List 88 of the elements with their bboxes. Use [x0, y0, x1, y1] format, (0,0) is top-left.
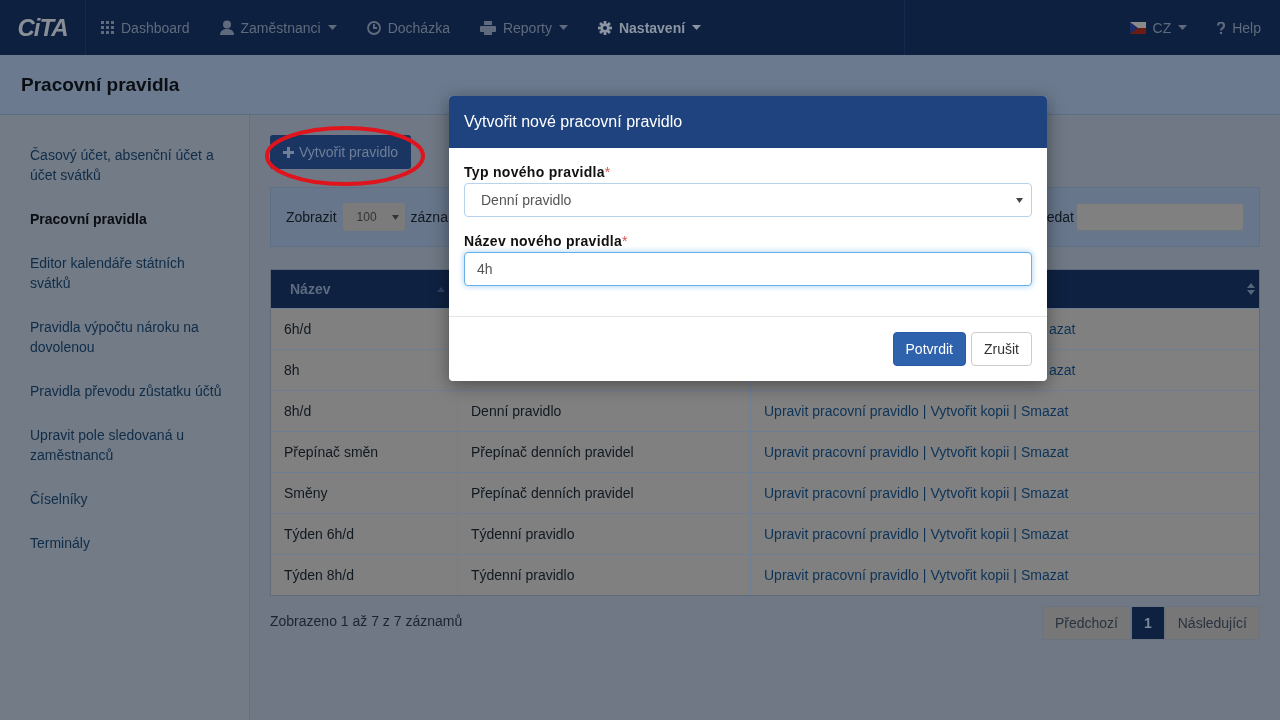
rule-type-select[interactable]: Denní pravidlo: [464, 183, 1032, 217]
sidebar-item[interactable]: Pracovní pravidla: [30, 209, 229, 229]
plus-icon: [283, 146, 294, 158]
sidebar-item[interactable]: Editor kalendáře státních svátků: [30, 253, 229, 293]
sidebar-item[interactable]: Pravidla výpočtu nároku na dovolenou: [30, 317, 229, 357]
separator: |: [922, 444, 927, 460]
sidebar-item[interactable]: Terminály: [30, 533, 229, 553]
caret-icon: [1016, 197, 1023, 203]
printer-icon: [479, 20, 496, 35]
table-info: Zobrazeno 1 až 7 z 7 záznamů: [270, 613, 463, 629]
required-mark: *: [604, 164, 611, 180]
grid-icon: [101, 21, 114, 34]
separator: |: [1013, 485, 1017, 501]
help-icon: [1217, 21, 1226, 34]
table-cell: 8h: [284, 362, 300, 378]
table-cell: Směny: [284, 485, 328, 501]
edit-link[interactable]: Upravit pracovní pravidlo: [764, 485, 919, 501]
table-cell: Týdenní pravidlo: [471, 567, 575, 583]
user-icon: [219, 20, 234, 35]
language-menu[interactable]: CZ: [1114, 0, 1203, 55]
table-cell: 8h/d: [284, 403, 312, 419]
table-cell: 6h/d: [284, 321, 312, 337]
nav-item[interactable]: Dashboard: [86, 0, 205, 55]
copy-link[interactable]: Vytvořit kopii: [930, 403, 1010, 419]
column-header[interactable]: Název: [290, 281, 331, 297]
delete-link[interactable]: Smazat: [1021, 567, 1069, 583]
sidebar-item[interactable]: Číselníky: [30, 489, 229, 509]
separator: |: [1013, 444, 1017, 460]
sidebar-item[interactable]: Pravidla převodu zůstatku účtů: [30, 381, 229, 401]
separator: |: [922, 403, 927, 419]
sidebar-item[interactable]: Časový účet, absenční účet a účet svátků: [30, 145, 229, 185]
table-cell: Denní pravidlo: [471, 403, 562, 419]
field-label: Typ nového pravidla: [464, 164, 605, 180]
edit-link[interactable]: Upravit pracovní pravidlo: [764, 567, 919, 583]
delete-link[interactable]: Smazat: [1021, 485, 1069, 501]
flag-icon: [1129, 21, 1146, 34]
page-title: Pracovní pravidla: [21, 73, 180, 96]
delete-link[interactable]: Smazat: [1021, 403, 1069, 419]
rule-name-field[interactable]: 4h: [464, 252, 1032, 286]
table-cell: Přepínač směn: [284, 444, 379, 460]
clock-icon: [366, 20, 381, 35]
edit-link[interactable]: Upravit pracovní pravidlo: [764, 444, 919, 460]
pagination-button[interactable]: 1: [1130, 606, 1165, 640]
nav-item[interactable]: Zaměstnanci: [204, 0, 352, 55]
table-cell: Přepínač denních pravidel: [471, 485, 634, 501]
separator: |: [922, 567, 927, 583]
separator: |: [1013, 403, 1017, 419]
cancel-button[interactable]: Zrušit: [971, 332, 1032, 366]
modal-title: Vytvořit nové pracovní pravidlo: [464, 113, 683, 131]
separator: |: [922, 526, 927, 542]
pagination-button[interactable]: Následující: [1164, 606, 1260, 640]
create-rule-button[interactable]: Vytvořit pravidlo: [270, 135, 412, 169]
nav-item[interactable]: Docházka: [351, 0, 465, 55]
help-link[interactable]: Help: [1202, 0, 1276, 55]
copy-link[interactable]: Vytvořit kopii: [930, 567, 1010, 583]
copy-link[interactable]: Vytvořit kopii: [930, 526, 1010, 542]
separator: |: [922, 485, 927, 501]
records-label: zázna: [410, 209, 448, 225]
caret-icon: [391, 214, 399, 220]
delete-link[interactable]: azat: [1049, 321, 1076, 337]
search-field[interactable]: [1076, 203, 1244, 231]
nav-item[interactable]: Reporty: [464, 0, 583, 55]
separator: |: [1013, 567, 1017, 583]
table-cell: Týden 6h/d: [284, 526, 355, 542]
field-label: Název nového pravidla: [464, 233, 623, 249]
table-cell: Týdenní pravidlo: [471, 526, 575, 542]
copy-link[interactable]: Vytvořit kopii: [930, 485, 1010, 501]
delete-link[interactable]: azat: [1049, 362, 1076, 378]
sort-up-icon: [437, 286, 445, 292]
edit-link[interactable]: Upravit pracovní pravidlo: [764, 403, 919, 419]
copy-link[interactable]: Vytvořit kopii: [930, 444, 1010, 460]
confirm-button[interactable]: Potvrdit: [892, 332, 966, 366]
search-label: edat: [1046, 209, 1074, 225]
nav-item[interactable]: Nastavení: [582, 0, 717, 55]
table-cell: Přepínač denních pravidel: [471, 444, 634, 460]
delete-link[interactable]: Smazat: [1021, 526, 1069, 542]
edit-link[interactable]: Upravit pracovní pravidlo: [764, 526, 919, 542]
sidebar-item[interactable]: Upravit pole sledovaná u zaměstnanců: [30, 425, 229, 465]
delete-link[interactable]: Smazat: [1021, 444, 1069, 460]
separator: |: [1013, 526, 1017, 542]
caret-icon: [1178, 25, 1188, 30]
pagination-button[interactable]: Předchozí: [1041, 606, 1131, 640]
page-size-select[interactable]: 100: [342, 203, 405, 231]
required-mark: *: [622, 233, 628, 249]
settings-icon: [597, 20, 612, 35]
sort-icon: [1247, 283, 1255, 295]
table-cell: Týden 8h/d: [284, 567, 355, 583]
show-label: Zobrazit: [286, 209, 337, 225]
